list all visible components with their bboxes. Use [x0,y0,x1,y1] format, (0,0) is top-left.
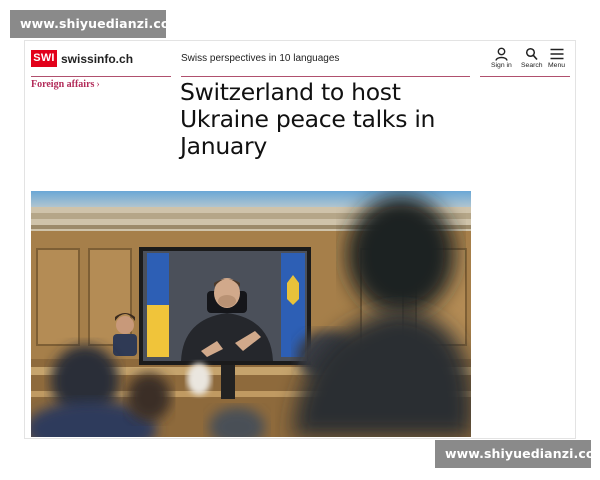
category-link[interactable]: Foreign affairs › [31,79,100,90]
person-icon [495,47,508,61]
menu-label: Menu [548,62,566,69]
logo-name: swissinfo.ch [61,51,134,66]
watermark-bottom: www.shiyuedianzi.com [435,440,600,468]
search-button[interactable]: Search [521,47,543,69]
divider-center [181,76,470,77]
divider-left [31,76,171,77]
sign-in-button[interactable]: Sign in [491,47,512,69]
search-label: Search [521,62,543,69]
article-headline: Switzerland to host Ukraine peace talks … [180,78,436,160]
article-photo [31,191,471,437]
divider-right [480,76,570,77]
chevron-right-icon: › [96,79,100,90]
menu-button[interactable]: Menu [548,47,565,69]
category-label: Foreign affairs [31,79,95,90]
search-icon [526,47,538,61]
sign-in-label: Sign in [491,62,512,69]
swi-logo[interactable]: SWI swissinfo.ch [31,50,133,67]
hamburger-icon [550,48,563,60]
article-page: SWI swissinfo.ch Swiss perspectives in 1… [24,40,576,439]
site-tagline: Swiss perspectives in 10 languages [181,53,340,64]
watermark-top: www.shiyuedianzi.com [10,10,183,38]
logo-mark: SWI [31,50,57,67]
